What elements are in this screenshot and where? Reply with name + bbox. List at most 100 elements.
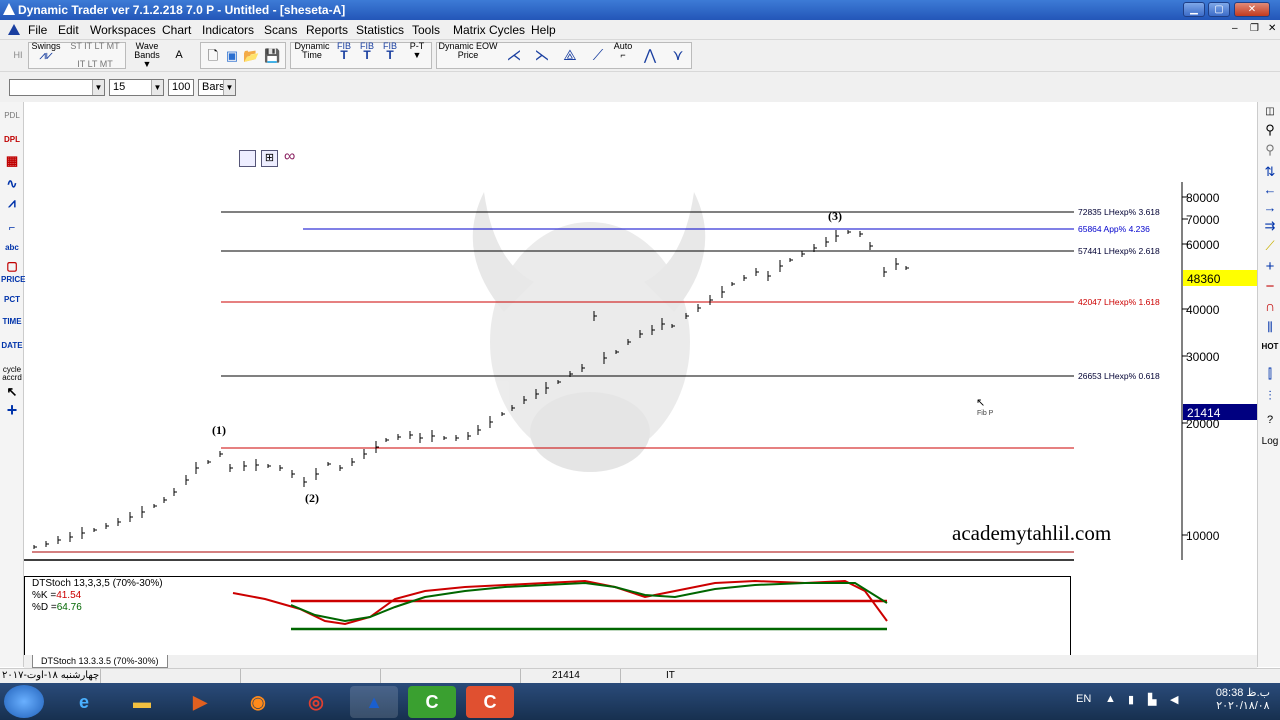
bar-icon[interactable]: ▦ [1,154,23,167]
menu-tools[interactable]: Tools [412,23,440,37]
pt-button[interactable]: P-T ▼ [405,42,429,69]
menu-matrix-cycles[interactable]: Matrix Cycles [453,23,525,37]
network-icon[interactable]: ▙ [1148,693,1156,706]
triangle-pattern-icon[interactable]: ⟁ [558,42,582,69]
camtasia-green-icon[interactable]: C [408,686,456,718]
period-select[interactable]: 15 ▼ [109,79,164,96]
wave-pattern-icon[interactable]: ⋋ [530,42,554,69]
zigzag-icon[interactable]: ⩘ [1,196,23,209]
menu-scans[interactable]: Scans [264,23,297,37]
wave-bands-button[interactable]: Wave Bands ▼ [130,42,164,69]
site-watermark: academytahlil.com [952,521,1111,545]
swings-button[interactable]: Swings ⩘⩗ [30,42,62,69]
pointer-icon[interactable]: ↖ [1,385,23,398]
clock[interactable]: 08:38 ب.ظ ۲۰۲۰/۱۸/۰۸ [1216,686,1270,712]
layout-icon[interactable]: ▣ [224,42,240,69]
arrow-left-icon[interactable]: ← [1261,182,1279,197]
chrome-icon[interactable]: ◎ [292,686,340,718]
arrow-right-icon[interactable]: → [1261,200,1279,215]
menu-statistics[interactable]: Statistics [356,23,404,37]
menu-chart[interactable]: Chart [162,23,191,37]
swing-degree-buttons[interactable]: ST IT LT MT IT LT MT [66,42,124,69]
price-tool[interactable]: PRICE [1,276,25,284]
crosshair-icon[interactable]: + [1,401,23,419]
pt-label: P-T [409,41,425,51]
dynamic-trader-taskbar-icon[interactable]: ▲ [350,686,398,718]
bars-icon[interactable]: ⫼ [1261,320,1279,335]
save-icon[interactable]: 💾 [264,42,280,69]
maximize-button[interactable]: ▢ [1208,2,1230,17]
volume-icon[interactable]: ◀ [1170,693,1178,706]
menu-indicators[interactable]: Indicators [202,23,254,37]
fib-time-button-1[interactable]: FIB T [334,42,354,69]
trend-icon[interactable]: ⟋ [1261,238,1279,254]
menu-edit[interactable]: Edit [58,23,79,37]
folder-icon[interactable]: ▬ [118,686,166,718]
dynamic-time-button[interactable]: Dynamic Time [292,42,332,69]
language-indicator[interactable]: EN [1076,693,1091,705]
search-icon[interactable]: ⚲ [1261,122,1279,138]
trough-icon[interactable]: ⋎ [666,42,690,69]
candle-icon[interactable]: ⫿ [1261,366,1279,382]
abc-pattern-icon[interactable]: ⋌ [502,42,526,69]
fib-time-button-3[interactable]: FIB T [380,42,400,69]
y-tick-10000: 10000 [1186,529,1220,543]
help-icon[interactable]: ? [1261,414,1279,426]
menu-file[interactable]: File [28,23,47,37]
battery-icon[interactable]: ▮ [1128,693,1134,706]
wave-icon[interactable]: ∿ [1,177,23,190]
mdi-restore-button[interactable]: ❐ [1250,23,1259,34]
fib-time-button-2[interactable]: FIB T [357,42,377,69]
tab-dtstoch[interactable]: DTStoch 13.3.3.5 (70%-30%) [32,655,168,668]
close-button[interactable]: ✕ [1234,2,1270,17]
accrd-label: accrd [2,373,22,382]
mdi-minimize-button[interactable]: – [1232,23,1238,34]
menu-reports[interactable]: Reports [306,23,348,37]
mdi-close-button[interactable]: ✕ [1268,23,1276,34]
dynamic-eow-price-button[interactable]: Dynamic EOW Price [438,42,498,69]
zoom-out-icon[interactable]: ⚲ [1261,142,1279,158]
new-icon[interactable]: 🗋 [205,42,221,69]
zoom-icon[interactable]: ◫ [1261,106,1279,117]
minimize-button[interactable]: ▁ [1183,2,1205,17]
wave-label-1: (1) [212,423,226,437]
projection-icon[interactable]: ⟋ [586,42,610,69]
date-tool[interactable]: DATE [1,342,23,350]
price-chart[interactable]: 72835 LHexp% 3.618 65864 App% 4.236 5744… [24,102,1257,572]
log-scale-button[interactable]: Log [1261,436,1279,447]
scroll-updown-icon[interactable]: ⇅ [1261,164,1279,180]
menu-help[interactable]: Help [531,23,556,37]
ohlc-icon[interactable]: ⫶ [1261,388,1279,404]
start-button[interactable] [4,685,44,718]
symbol-select[interactable]: ▼ [9,79,105,96]
bars-unit-select[interactable]: Bars ▼ [198,79,236,96]
clock-date: ۲۰۲۰/۱۸/۰۸ [1216,700,1270,712]
hot-button[interactable]: HOT [1261,342,1279,351]
pivot-icon[interactable]: ⌐ [1,223,23,234]
ie-icon[interactable]: e [60,686,108,718]
magnet-icon[interactable]: ∩ [1261,298,1279,314]
time-tool[interactable]: TIME [1,318,23,326]
price-axis: 80000 70000 60000 40000 30000 20000 1000… [1182,191,1220,543]
auto-button[interactable]: Auto ⌐ [612,42,634,69]
pct-tool[interactable]: PCT [1,296,23,304]
hi-button[interactable]: HI [6,42,30,69]
menu-workspaces[interactable]: Workspaces [90,23,156,37]
pdl-tool[interactable]: PDL [1,112,23,120]
camtasia-red-icon[interactable]: C [466,686,514,718]
bars-count-input[interactable]: 100 [168,79,194,96]
tray-up-icon[interactable]: ▲ [1105,693,1116,705]
zoom-out-minus-icon[interactable]: − [1261,278,1279,295]
dpl-tool[interactable]: DPL [1,136,23,144]
zoom-in-plus-icon[interactable]: + [1261,258,1279,275]
peak-icon[interactable]: ⋀ [638,42,662,69]
a-button[interactable]: A [170,42,188,69]
media-player-icon[interactable]: ▶ [176,686,224,718]
stochastic-panel[interactable]: DTStoch 13,3,3,5 (70%-30%) %K =41.54 %D … [24,576,1071,656]
abc-tool[interactable]: abc [1,244,23,252]
expand-icon[interactable]: ⇉ [1261,218,1279,234]
firefox-icon[interactable]: ◉ [234,686,282,718]
cycle-tool[interactable]: cycle accrd [1,366,23,382]
square-icon[interactable]: ▢ [1,260,23,272]
open-icon[interactable]: 📂 [243,42,259,69]
